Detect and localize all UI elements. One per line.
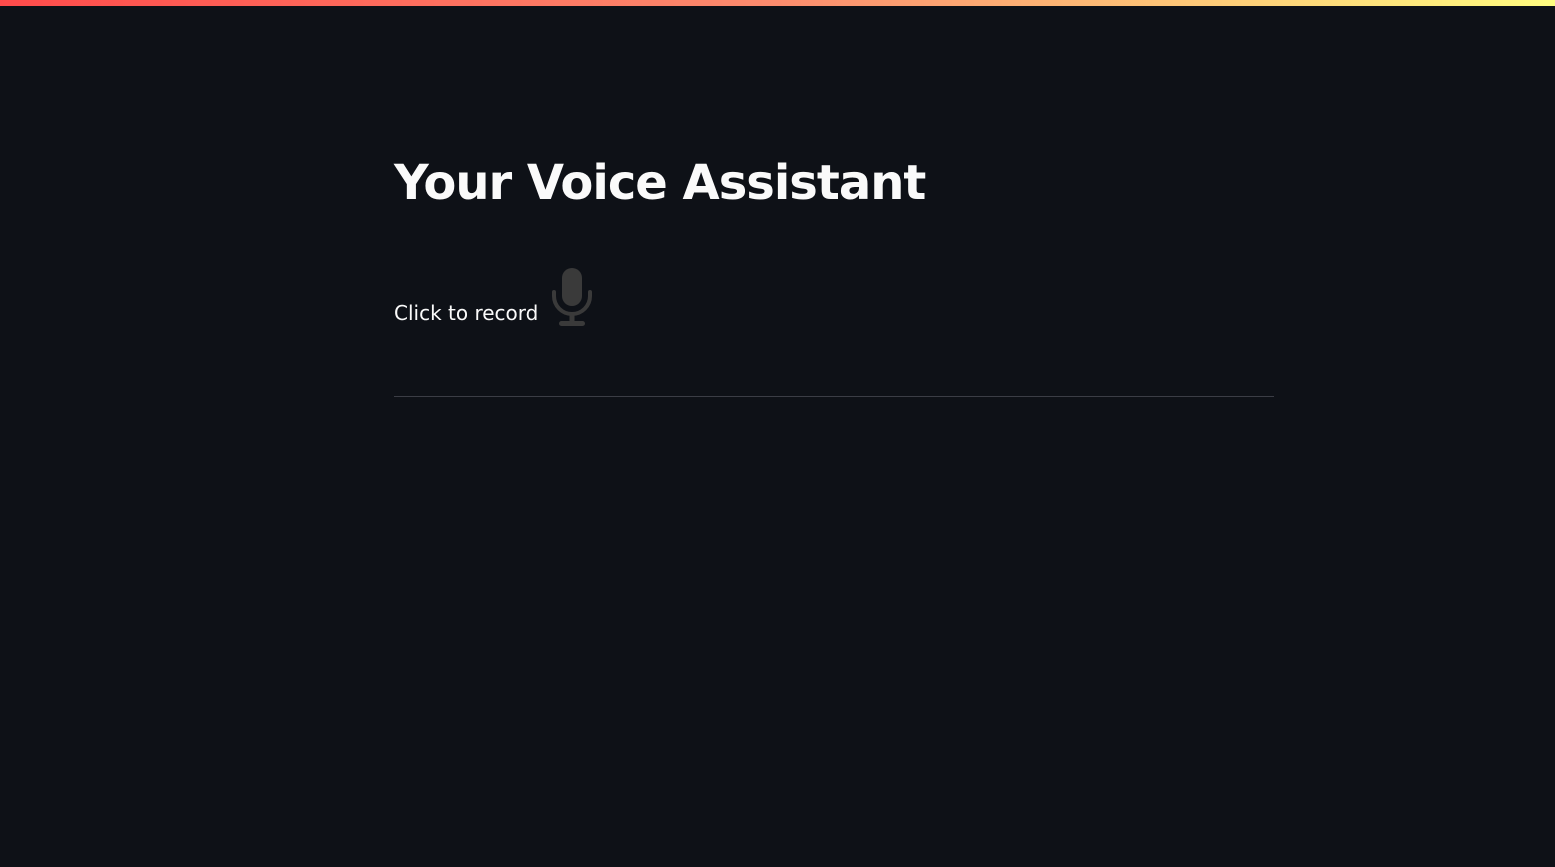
page-title: Your Voice Assistant	[394, 155, 926, 211]
microphone-icon	[552, 268, 593, 326]
recorder-label: Click to record	[394, 301, 539, 325]
audio-recorder: Click to record	[394, 262, 596, 332]
horizontal-divider	[394, 396, 1274, 397]
main-content: Your Voice Assistant Click to record	[394, 0, 1274, 867]
record-button[interactable]	[548, 264, 596, 330]
app-root: Your Voice Assistant Click to record	[0, 0, 1555, 867]
